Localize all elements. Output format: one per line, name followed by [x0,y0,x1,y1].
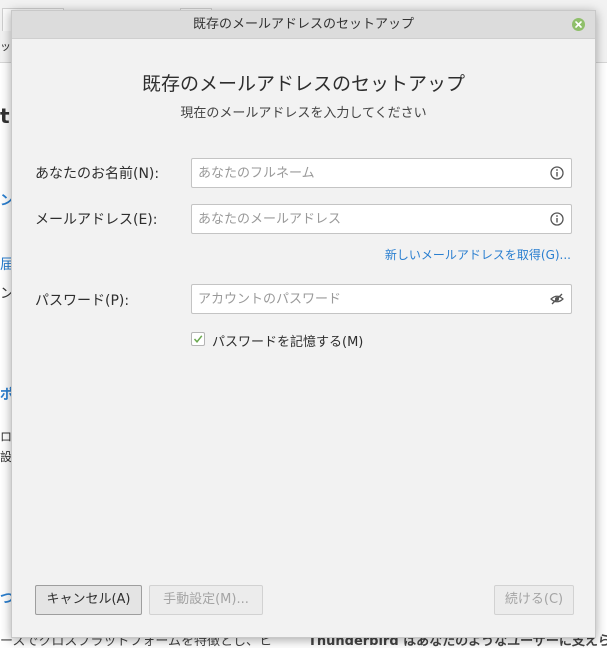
dialog-titlebar: 既存のメールアドレスのセットアップ [12,11,595,39]
remember-password-checkbox[interactable] [191,332,205,346]
email-input[interactable] [192,205,538,233]
name-field [191,158,572,188]
password-field [191,284,572,314]
email-field [191,204,572,234]
remember-password-label: パスワードを記憶する(M) [212,335,364,350]
get-new-email-link[interactable]: 新しいメールアドレスを取得(G)... [385,246,571,263]
dialog-window-title: 既存のメールアドレスのセットアップ [192,17,414,32]
dialog-subheading: 現在のメールアドレスを入力してください [180,106,427,121]
password-label: パスワード(P): [35,293,130,309]
check-icon [193,335,203,343]
close-icon[interactable] [572,18,585,31]
email-label: メールアドレス(E): [35,212,158,228]
dialog-heading: 既存のメールアドレスのセットアップ [141,73,465,95]
name-input[interactable] [192,159,538,187]
info-icon[interactable] [550,212,564,226]
info-icon[interactable] [550,166,564,180]
background-text: t [0,104,10,128]
continue-button[interactable]: 続ける(C) [494,585,574,615]
manual-config-button[interactable]: 手動設定(M)... [149,585,263,615]
cancel-button[interactable]: キャンセル(A) [35,585,142,615]
name-label: あなたのお名前(N): [35,166,160,182]
account-setup-dialog: 既存のメールアドレスのセットアップ 既存のメールアドレスのセットアップ 現在のメ… [11,10,596,638]
eye-slash-icon[interactable] [550,292,564,306]
password-input[interactable] [192,285,538,313]
